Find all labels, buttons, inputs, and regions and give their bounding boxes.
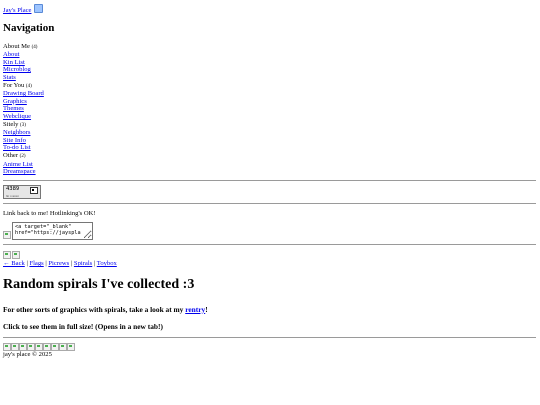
hit-counter-caption: hit counter [6, 193, 19, 198]
nav-category: For You (4) [3, 82, 537, 91]
subnav-separator: | [70, 260, 73, 268]
divider [3, 202, 536, 204]
hit-counter-value: 4389 [6, 185, 20, 192]
other-graphics-suffix: ! [205, 304, 208, 314]
decor-image-icon [3, 251, 11, 260]
other-graphics-text: For other sorts of graphics with spirals… [3, 304, 186, 314]
subnav-link-flags[interactable]: Flags [29, 260, 43, 267]
nav-category-count: (3) [20, 122, 26, 128]
decor-icons [3, 251, 537, 260]
nav-category-label: For You [3, 81, 25, 89]
nav-category-label: Sitely [3, 120, 19, 128]
linkback-code-field[interactable]: <a target="_blank" href="https://jayspla [12, 222, 93, 241]
nav-link-kin-list[interactable]: Kin List [3, 59, 25, 66]
linkback-snippet-row: <a target="_blank" href="https://jayspla [3, 222, 537, 241]
counter-dropdown-icon [30, 186, 38, 194]
spiral-thumbnail[interactable] [3, 343, 11, 352]
sub-navigation: ← Back | Flags | Picrews | Spirals | Toy… [3, 260, 537, 268]
nav-item-row: Anime List [3, 161, 537, 169]
nav-heading: Navigation [3, 21, 55, 34]
nav-item-row: Webclique [3, 113, 537, 121]
nav-item-row: Dreamspace [3, 168, 537, 176]
nav-link-neighbors[interactable]: Neighbors [3, 129, 30, 136]
spiral-thumbnail[interactable] [43, 343, 51, 352]
click-note: Click to see them in full size! (Opens i… [3, 322, 163, 332]
nav-category: Sitely (3) [3, 121, 537, 130]
nav-category-count: (4) [25, 83, 32, 89]
nav-category-count: (4) [31, 44, 38, 50]
nav-item-row: Drawing Board [3, 90, 537, 98]
nav-category-count: (2) [19, 153, 26, 159]
nav-link-stats[interactable]: Stats [3, 74, 16, 81]
subnav-link-toybox[interactable]: Toybox [97, 260, 117, 267]
site-title-row: Jay's Place [3, 4, 537, 15]
nav-item-row: Neighbors [3, 129, 537, 137]
nav-menu: About Me (4) About Kin List Microblog Stats F… [3, 43, 537, 176]
nav-item-row: Kin List [3, 59, 537, 67]
divider [3, 179, 536, 181]
spiral-thumbnail[interactable] [59, 343, 67, 352]
decor-image-icon [12, 251, 20, 260]
nav-category-label: About Me [3, 42, 30, 50]
spiral-thumbnail[interactable] [11, 343, 19, 352]
nav-category-label: Other [3, 151, 19, 159]
footer-text: jay's place © 2025 [3, 351, 52, 359]
linkback-button-image[interactable] [3, 231, 11, 240]
subnav-separator: | [93, 260, 96, 268]
nav-item-row: To-do List [3, 144, 537, 152]
rentry-link[interactable]: rentry [185, 305, 205, 314]
back-link[interactable]: ← Back [3, 260, 25, 267]
nav-item-row: Microblog [3, 66, 537, 74]
nav-item-row: Site Info [3, 137, 537, 145]
page: Jay's Place Navigation About Me (4) About… [0, 0, 540, 359]
spiral-thumbnails [3, 343, 537, 352]
nav-link-graphics[interactable]: Graphics [3, 98, 27, 105]
subnav-link-picrews[interactable]: Picrews [48, 260, 69, 267]
nav-link-webclique[interactable]: Webclique [3, 113, 31, 120]
nav-link-about[interactable]: About [3, 51, 19, 58]
nav-item-row: Graphics [3, 98, 537, 106]
divider [3, 244, 536, 246]
spiral-thumbnail[interactable] [51, 343, 59, 352]
nav-link-anime-list[interactable]: Anime List [3, 161, 33, 168]
subnav-separator: | [26, 260, 28, 268]
nav-item-row: Stats [3, 74, 537, 82]
nav-category: Other (2) [3, 152, 537, 161]
linkback-text: Link back to me! Hotlinking's OK! [3, 209, 96, 217]
nav-category: About Me (4) [3, 43, 537, 52]
spiral-thumbnail[interactable] [67, 343, 75, 352]
nav-link-dreamspace[interactable]: Dreamspace [3, 168, 36, 175]
nav-link-site-info[interactable]: Site Info [3, 137, 26, 144]
hit-counter: 4389 hit counter [3, 184, 41, 199]
page-title: Random spirals I've collected :3 [3, 276, 195, 292]
spiral-thumbnail[interactable] [35, 343, 43, 352]
subnav-link-spirals[interactable]: Spirals [74, 260, 92, 267]
nav-link-drawing-board[interactable]: Drawing Board [3, 90, 44, 97]
other-graphics-note: For other sorts of graphics with spirals… [3, 304, 537, 315]
subnav-separator: | [45, 260, 47, 268]
site-title-link[interactable]: Jay's Place [3, 7, 31, 14]
spiral-thumbnail[interactable] [19, 343, 27, 352]
nav-link-themes[interactable]: Themes [3, 105, 24, 112]
nav-item-row: Themes [3, 105, 537, 113]
spiral-thumbnail[interactable] [27, 343, 35, 352]
nav-link-to-do-list[interactable]: To-do List [3, 144, 31, 151]
nav-link-microblog[interactable]: Microblog [3, 66, 31, 73]
divider [3, 337, 536, 339]
emoji-icon [34, 4, 44, 13]
nav-item-row: About [3, 51, 537, 59]
